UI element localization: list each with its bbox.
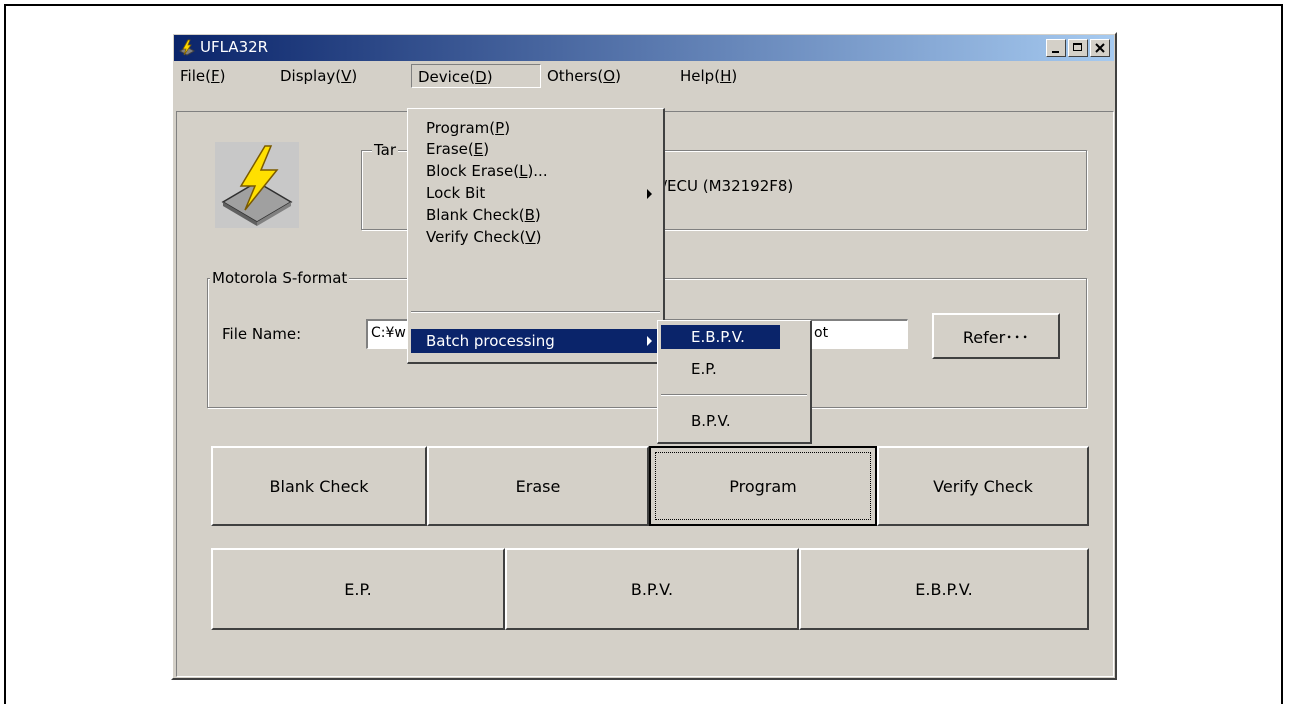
- submenu-arrow-icon: [647, 336, 652, 346]
- ebpv-button[interactable]: E.B.P.V.: [799, 548, 1089, 630]
- menu-help[interactable]: Help(H): [674, 64, 743, 88]
- close-icon: [1095, 43, 1105, 53]
- device-menu-blank-check[interactable]: Blank Check(B): [411, 205, 660, 226]
- menu-file[interactable]: File(F): [174, 64, 231, 88]
- file-name-label: File Name:: [222, 325, 302, 343]
- submenu-arrow-icon: [647, 189, 652, 199]
- menu-device[interactable]: Device(D): [411, 64, 541, 88]
- file-name-value: C:¥w: [371, 325, 406, 341]
- lightning-chip-icon: [215, 142, 299, 228]
- file-group-legend: Motorola S-format: [210, 269, 350, 287]
- batch-ebpv[interactable]: E.B.P.V.: [661, 325, 780, 349]
- file-name-value-tail: ot: [814, 325, 829, 341]
- menu-bar: File(F) Display(V) Device(D) Others(O) H…: [174, 63, 1114, 89]
- minimize-button[interactable]: [1046, 39, 1066, 57]
- blank-check-button[interactable]: Blank Check: [211, 446, 427, 526]
- device-menu-erase[interactable]: Erase(E): [411, 139, 660, 160]
- batch-ep[interactable]: E.P.: [661, 359, 807, 380]
- minimize-icon: [1052, 51, 1059, 53]
- device-menu-batch-processing[interactable]: Batch processing: [411, 329, 660, 353]
- device-menu: Program(P) Erase(E) Block Erase(L)... Lo…: [407, 108, 665, 364]
- target-group-legend: Tar: [372, 141, 399, 159]
- ep-button[interactable]: E.P.: [211, 548, 505, 630]
- focus-rect: [655, 452, 871, 520]
- bpv-button[interactable]: B.P.V.: [505, 548, 799, 630]
- window-title: UFLA32R: [200, 38, 269, 56]
- verify-check-button[interactable]: Verify Check: [877, 446, 1089, 526]
- device-menu-verify-check[interactable]: Verify Check(V): [411, 227, 660, 248]
- maximize-button[interactable]: [1068, 39, 1088, 57]
- close-button[interactable]: [1090, 39, 1110, 57]
- erase-button[interactable]: Erase: [427, 446, 649, 526]
- menu-display[interactable]: Display(V): [274, 64, 363, 88]
- device-menu-lock-bit[interactable]: Lock Bit: [411, 183, 660, 204]
- refer-button[interactable]: Refer･･･: [932, 313, 1060, 359]
- maximize-icon: [1073, 43, 1082, 51]
- menu-separator: [411, 311, 660, 313]
- batch-bpv[interactable]: B.P.V.: [661, 411, 807, 432]
- lightning-chip-icon: [178, 39, 196, 56]
- target-value: /ECU (M32192F8): [662, 177, 794, 195]
- device-menu-block-erase[interactable]: Block Erase(L)...: [411, 161, 660, 182]
- menu-others[interactable]: Others(O): [541, 64, 627, 88]
- submenu-separator: [661, 394, 807, 396]
- device-menu-program[interactable]: Program(P): [411, 118, 660, 139]
- title-bar[interactable]: UFLA32R: [174, 35, 1114, 61]
- program-button[interactable]: Program: [649, 446, 877, 526]
- batch-submenu: E.B.P.V. E.P. B.P.V.: [657, 320, 812, 444]
